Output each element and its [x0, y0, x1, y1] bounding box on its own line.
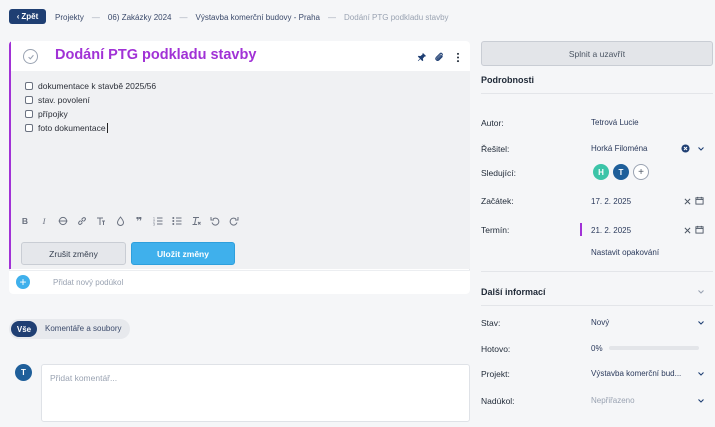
link-icon[interactable]: [77, 215, 87, 227]
checklist-item[interactable]: stav. povolení: [25, 94, 90, 106]
breadcrumb-item-projects[interactable]: Projekty: [55, 13, 84, 22]
add-subtask-input[interactable]: Přidat nový podúkol: [53, 278, 123, 287]
chevron-down-icon[interactable]: [697, 145, 705, 153]
author-label: Autor:: [481, 118, 504, 128]
complete-task-checkbox[interactable]: [23, 49, 38, 64]
redo-icon[interactable]: [229, 215, 239, 227]
avatar[interactable]: H: [593, 164, 609, 180]
undo-icon[interactable]: [210, 215, 220, 227]
pin-icon[interactable]: [416, 51, 428, 63]
breadcrumb-item-current: Dodání PTG podkladu stavby: [344, 12, 449, 22]
checkbox[interactable]: [25, 82, 33, 90]
tab-comments-files[interactable]: Komentáře a soubory: [45, 324, 122, 333]
chevron-left-icon: ‹: [16, 12, 20, 21]
bold-icon[interactable]: B: [20, 215, 30, 227]
checklist-item-label: stav. povolení: [38, 95, 90, 105]
deadline-marker: [580, 223, 582, 236]
checklist-item-label: foto dokumentace: [38, 122, 108, 134]
strikethrough-icon[interactable]: [58, 215, 68, 227]
clear-solver-icon[interactable]: [681, 144, 690, 153]
deadline-date-value[interactable]: 21. 2. 2025: [591, 226, 631, 235]
avatar[interactable]: T: [613, 164, 629, 180]
divider: [481, 271, 713, 272]
italic-icon[interactable]: I: [39, 215, 49, 227]
set-repeat-link[interactable]: Nastavit opakování: [591, 248, 659, 257]
breadcrumb-item-project[interactable]: Výstavba komerční budovy - Praha: [196, 13, 321, 22]
breadcrumb-separator: —: [91, 12, 100, 22]
svg-text:3: 3: [153, 223, 155, 227]
breadcrumb-separator: —: [328, 12, 337, 22]
checklist-item[interactable]: foto dokumentace: [25, 122, 108, 134]
quote-icon[interactable]: ❞: [134, 215, 144, 228]
chevron-down-icon[interactable]: [697, 370, 705, 378]
start-label: Začátek:: [481, 196, 514, 206]
task-editor[interactable]: [9, 41, 470, 269]
text-format-icon[interactable]: [96, 215, 106, 227]
start-date-value[interactable]: 17. 2. 2025: [591, 197, 631, 206]
solver-value[interactable]: Horká Filoména: [591, 144, 647, 153]
task-title[interactable]: Dodání PTG podkladu stavby: [55, 47, 256, 63]
details-section-title: Podrobnosti: [481, 75, 534, 85]
attachment-icon[interactable]: [433, 51, 445, 63]
calendar-icon[interactable]: [695, 225, 704, 234]
more-info-section-title[interactable]: Další informací: [481, 287, 546, 297]
color-drop-icon[interactable]: [115, 215, 125, 227]
done-value: 0%: [591, 344, 603, 353]
calendar-icon[interactable]: [695, 196, 704, 205]
more-options-icon[interactable]: [452, 51, 464, 63]
breadcrumb: Projekty — 06) Zakázky 2024 — Výstavba k…: [55, 10, 449, 24]
save-changes-button[interactable]: Uložit změny: [131, 242, 235, 265]
checkbox[interactable]: [25, 110, 33, 118]
complete-and-close-button[interactable]: Splnit a uzavřít: [481, 41, 713, 66]
checklist-item[interactable]: přípojky: [25, 108, 68, 120]
text-cursor: [106, 123, 108, 134]
comment-placeholder: Přidat komentář...: [50, 373, 118, 383]
deadline-label: Termín:: [481, 225, 510, 235]
parent-task-label: Nadúkol:: [481, 396, 515, 406]
status-label: Stav:: [481, 318, 501, 328]
checkbox[interactable]: [25, 96, 33, 104]
ordered-list-icon[interactable]: 123: [153, 215, 163, 227]
divider: [481, 305, 713, 306]
add-follower-button[interactable]: +: [633, 164, 649, 180]
done-label: Hotovo:: [481, 344, 511, 354]
check-icon: [27, 54, 34, 60]
checklist-item-label: dokumentace k stavbě 2025/56: [38, 81, 157, 91]
author-value: Tetrová Lucie: [591, 118, 639, 127]
close-icon[interactable]: [683, 197, 692, 206]
project-value[interactable]: Výstavba komerční bud...: [591, 369, 681, 378]
divider: [481, 93, 713, 94]
back-button-label: Zpět: [21, 12, 39, 21]
close-icon[interactable]: [683, 226, 692, 235]
chevron-down-icon[interactable]: [697, 319, 705, 327]
add-subtask-plus-icon[interactable]: +: [16, 275, 30, 289]
chevron-down-icon[interactable]: [697, 288, 705, 296]
clear-format-icon[interactable]: [191, 215, 201, 227]
breadcrumb-separator: —: [179, 12, 188, 22]
checklist-item[interactable]: dokumentace k stavbě 2025/56: [25, 80, 156, 92]
checkbox[interactable]: [25, 124, 33, 132]
checklist-item-label: přípojky: [38, 109, 68, 119]
progress-bar[interactable]: [609, 346, 699, 350]
editor-toolbar: B I ❞ 123: [20, 214, 239, 228]
status-value[interactable]: Nový: [591, 318, 609, 327]
breadcrumb-item-orders[interactable]: 06) Zakázky 2024: [108, 13, 172, 22]
bullet-list-icon[interactable]: [172, 215, 182, 227]
tab-all[interactable]: Vše: [11, 321, 37, 337]
back-button[interactable]: ‹ Zpět: [9, 9, 46, 24]
cancel-changes-button[interactable]: Zrušit změny: [21, 242, 126, 265]
avatar: T: [15, 364, 32, 381]
project-label: Projekt:: [481, 369, 510, 379]
parent-task-value[interactable]: Nepřiřazeno: [591, 396, 635, 405]
chevron-down-icon[interactable]: [697, 397, 705, 405]
followers-label: Sledující:: [481, 168, 516, 178]
solver-label: Řešitel:: [481, 144, 510, 154]
